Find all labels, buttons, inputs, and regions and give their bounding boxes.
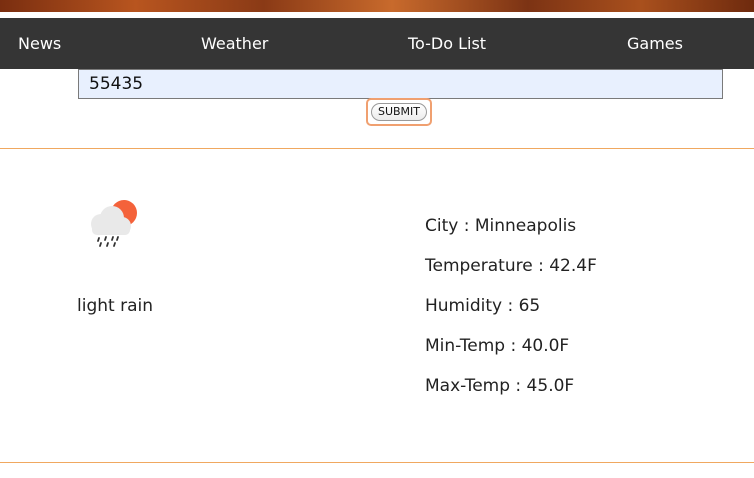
humidity-label: Humidity : 65 [425,296,541,316]
nav-item-todo-list[interactable]: To-Do List [408,18,486,69]
max-temp-label: Max-Temp : 45.0F [425,376,575,396]
nav-item-weather[interactable]: Weather [201,18,268,69]
cloud-sun-rain-icon [91,200,137,247]
temperature-label: Temperature : 42.4F [425,256,597,276]
min-temp-label: Min-Temp : 40.0F [425,336,570,356]
submit-button[interactable]: SUBMIT [371,103,427,121]
section-divider-bottom [0,462,754,463]
nav-item-news[interactable]: News [18,18,61,69]
header-banner-image [0,0,754,12]
weather-description: light rain [77,296,153,316]
zip-code-input[interactable] [78,69,723,99]
main-navbar: News Weather To-Do List Games [0,18,754,69]
submit-button-focus-ring: SUBMIT [366,98,432,126]
nav-item-games[interactable]: Games [627,18,683,69]
section-divider-top [0,148,754,149]
city-label: City : Minneapolis [425,216,577,236]
